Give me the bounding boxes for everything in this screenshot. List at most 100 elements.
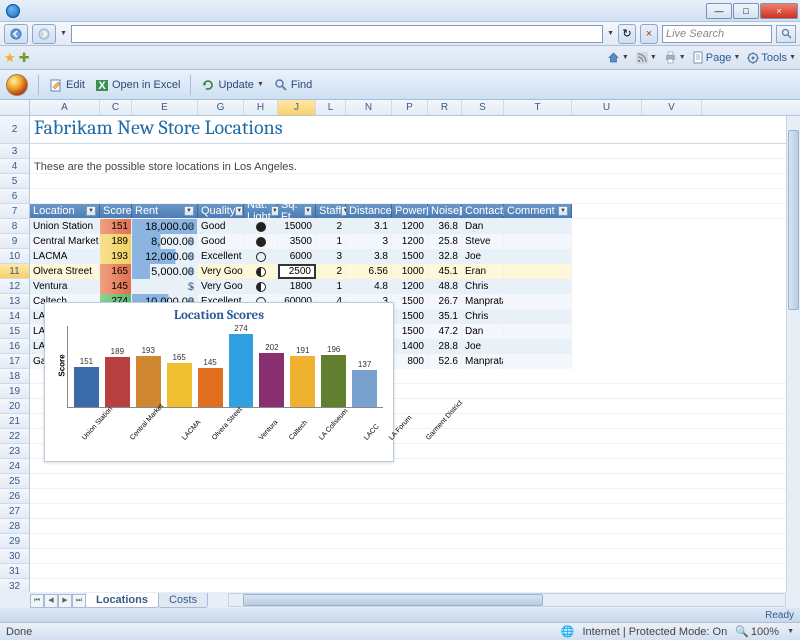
scroll-thumb[interactable] bbox=[788, 130, 799, 310]
cell-sqft[interactable]: 6000 bbox=[278, 249, 316, 264]
cell-distance[interactable]: 3.1 bbox=[346, 219, 392, 234]
row-header[interactable]: 2 bbox=[0, 116, 30, 144]
cell-power[interactable]: 1000 bbox=[392, 264, 428, 279]
table-column-header[interactable]: Distance▼ bbox=[346, 204, 392, 218]
cell-noise[interactable]: 25.8 bbox=[428, 234, 462, 249]
close-button[interactable]: × bbox=[760, 3, 798, 19]
row-header[interactable]: 20 bbox=[0, 399, 30, 414]
column-header[interactable]: J bbox=[278, 100, 316, 115]
cell-comment[interactable] bbox=[504, 234, 572, 249]
search-input[interactable]: Live Search bbox=[662, 25, 772, 43]
feeds-button[interactable]: ▼ bbox=[636, 52, 657, 64]
row-header[interactable]: 15 bbox=[0, 324, 30, 339]
minimize-button[interactable]: — bbox=[706, 3, 732, 19]
office-button[interactable] bbox=[6, 74, 28, 96]
cell-noise[interactable]: 32.8 bbox=[428, 249, 462, 264]
cell-noise[interactable]: 26.7 bbox=[428, 294, 462, 309]
cell-sqft[interactable]: 1800 bbox=[278, 279, 316, 294]
cell-contact[interactable]: Eran bbox=[462, 264, 504, 279]
stop-button[interactable]: × bbox=[640, 24, 658, 44]
row-header[interactable]: 22 bbox=[0, 429, 30, 444]
row-header[interactable]: 26 bbox=[0, 489, 30, 504]
back-button[interactable] bbox=[4, 24, 28, 44]
cell-rent[interactable]: $18,000.00 bbox=[132, 219, 198, 234]
table-column-header[interactable]: Sq. Ft.▼ bbox=[278, 204, 316, 218]
cell-power[interactable]: 1500 bbox=[392, 309, 428, 324]
table-column-header[interactable]: Staff▼ bbox=[316, 204, 346, 218]
column-header[interactable]: A bbox=[30, 100, 100, 115]
cell-score[interactable]: 145 bbox=[100, 279, 132, 294]
maximize-button[interactable]: □ bbox=[733, 3, 759, 19]
table-column-header[interactable]: Contact▼ bbox=[462, 204, 504, 218]
column-header[interactable]: U bbox=[572, 100, 642, 115]
row-header[interactable]: 4 bbox=[0, 159, 30, 174]
cell-rent[interactable]: $5,000.00 bbox=[132, 264, 198, 279]
search-button[interactable] bbox=[776, 25, 796, 43]
row-header[interactable]: 29 bbox=[0, 534, 30, 549]
cell-quality[interactable]: Excellent bbox=[198, 249, 244, 264]
cell-contact[interactable]: Joe bbox=[462, 249, 504, 264]
cell-location[interactable]: LACMA bbox=[30, 249, 100, 264]
row-header[interactable]: 16 bbox=[0, 339, 30, 354]
cell-contact[interactable]: Joe bbox=[462, 339, 504, 354]
cell-natlight[interactable] bbox=[244, 279, 278, 294]
cell-location[interactable]: Central Market bbox=[30, 234, 100, 249]
row-header[interactable]: 17 bbox=[0, 354, 30, 369]
filter-dropdown-icon[interactable]: ▼ bbox=[184, 206, 194, 216]
forward-button[interactable] bbox=[32, 24, 56, 44]
chart[interactable]: Location Scores Score 151189193165145274… bbox=[44, 302, 394, 462]
cell-natlight[interactable] bbox=[244, 264, 278, 279]
column-header[interactable]: H bbox=[244, 100, 278, 115]
tab-first-icon[interactable]: ⏮ bbox=[30, 594, 44, 608]
nav-dropdown-icon[interactable]: ▼ bbox=[60, 30, 67, 37]
cell-score[interactable]: 189 bbox=[100, 234, 132, 249]
row-header[interactable]: 21 bbox=[0, 414, 30, 429]
update-button[interactable]: Update▼ bbox=[201, 78, 263, 92]
row-header[interactable]: 23 bbox=[0, 444, 30, 459]
table-column-header[interactable]: Comment▼ bbox=[504, 204, 572, 218]
table-column-header[interactable]: Rent▼ bbox=[132, 204, 198, 218]
tools-menu[interactable]: Tools▼ bbox=[747, 52, 796, 64]
tab-last-icon[interactable]: ⏭ bbox=[72, 594, 86, 608]
cell-quality[interactable]: Good bbox=[198, 219, 244, 234]
cell-natlight[interactable] bbox=[244, 234, 278, 249]
cell-contact[interactable]: Chris bbox=[462, 309, 504, 324]
table-column-header[interactable]: Noise▼ bbox=[428, 204, 462, 218]
cell-staff[interactable]: 3 bbox=[316, 249, 346, 264]
row-header[interactable]: 24 bbox=[0, 459, 30, 474]
cell-contact[interactable]: Manpratap bbox=[462, 354, 504, 369]
row-header[interactable]: 32 bbox=[0, 579, 30, 592]
filter-dropdown-icon[interactable]: ▼ bbox=[86, 206, 96, 216]
column-header[interactable]: V bbox=[642, 100, 702, 115]
cell-rent[interactable]: $- bbox=[132, 279, 198, 294]
filter-dropdown-icon[interactable]: ▼ bbox=[304, 206, 312, 216]
cell-contact[interactable]: Steve bbox=[462, 234, 504, 249]
cell-comment[interactable] bbox=[504, 279, 572, 294]
row-header[interactable]: 5 bbox=[0, 174, 30, 189]
column-header[interactable]: L bbox=[316, 100, 346, 115]
cell-rent[interactable]: $12,000.00 bbox=[132, 249, 198, 264]
scroll-thumb[interactable] bbox=[243, 594, 543, 606]
add-favorite-icon[interactable]: ✚ bbox=[19, 50, 30, 66]
edit-button[interactable]: Edit bbox=[49, 78, 85, 92]
column-header[interactable]: T bbox=[504, 100, 572, 115]
cell-distance[interactable]: 4.8 bbox=[346, 279, 392, 294]
cell-sqft[interactable]: 3500 bbox=[278, 234, 316, 249]
column-header[interactable]: G bbox=[198, 100, 244, 115]
cell-sqft[interactable]: 2500 bbox=[278, 264, 316, 279]
tab-next-icon[interactable]: ▶ bbox=[58, 594, 72, 608]
cell-staff[interactable]: 1 bbox=[316, 279, 346, 294]
cell-score[interactable]: 193 bbox=[100, 249, 132, 264]
open-in-excel-button[interactable]: XOpen in Excel bbox=[95, 78, 180, 92]
cell-power[interactable]: 1400 bbox=[392, 339, 428, 354]
favorites-icon[interactable]: ★ bbox=[4, 50, 16, 66]
row-header[interactable]: 12 bbox=[0, 279, 30, 294]
cell-natlight[interactable] bbox=[244, 249, 278, 264]
cell-power[interactable]: 1500 bbox=[392, 249, 428, 264]
cell-location[interactable]: Ventura bbox=[30, 279, 100, 294]
cell-distance[interactable]: 3 bbox=[346, 234, 392, 249]
cell-contact[interactable]: Manpratap bbox=[462, 294, 504, 309]
cell-contact[interactable]: Dan bbox=[462, 219, 504, 234]
row-header[interactable]: 6 bbox=[0, 189, 30, 204]
row-header[interactable]: 14 bbox=[0, 309, 30, 324]
